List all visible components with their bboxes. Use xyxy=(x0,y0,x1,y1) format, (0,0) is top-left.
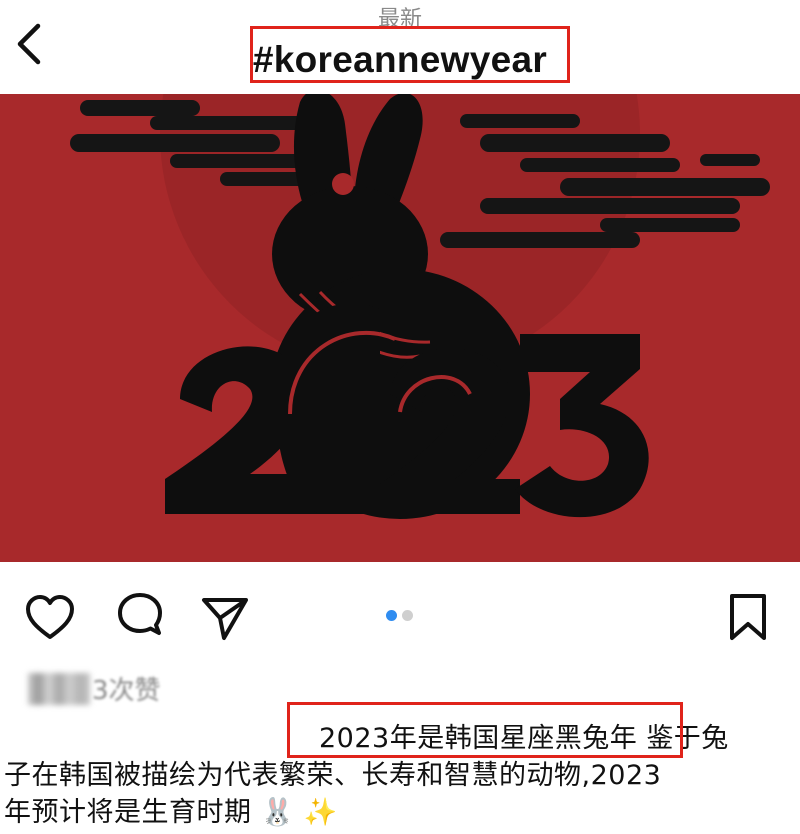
caption-line-1: 2023年是韩国星座黑兔年 鉴于兔 xyxy=(4,720,794,757)
page-title: #koreannewyear xyxy=(252,39,548,80)
carousel-indicator xyxy=(386,606,418,621)
comment-button[interactable] xyxy=(112,590,168,646)
caption-line-2: 子在韩国被描绘为代表繁荣、长寿和智慧的动物,2023 xyxy=(4,760,662,791)
caption-line3-text: 年预计将是生育时期 xyxy=(4,797,252,828)
bookmark-icon xyxy=(730,594,766,640)
post-image[interactable] xyxy=(0,94,800,562)
caption-emoji: 🐰 ✨ xyxy=(260,797,338,828)
black-rabbit-2023-artwork xyxy=(0,94,800,562)
post-caption: 2023年是韩国星座黑兔年 鉴于兔 子在韩国被描绘为代表繁荣、长寿和智慧的动物,… xyxy=(4,720,794,831)
like-button[interactable] xyxy=(22,590,78,646)
save-button[interactable] xyxy=(720,590,776,646)
caption-line1-rest: 鉴于兔 xyxy=(646,723,729,754)
blurred-username xyxy=(28,672,90,705)
carousel-dot-2[interactable] xyxy=(402,610,413,621)
carousel-dot-1[interactable] xyxy=(386,610,397,621)
heart-icon xyxy=(26,595,74,639)
caption-highlight: 2023年是韩国星座黑兔年 xyxy=(319,723,638,754)
header-subtitle: 最新 xyxy=(377,7,422,32)
caption-line-3: 年预计将是生育时期 🐰 ✨ xyxy=(4,794,794,831)
comment-icon xyxy=(118,593,162,635)
likes-count[interactable]: 3次赞 xyxy=(28,670,161,706)
send-icon xyxy=(202,598,248,640)
header: 最新 #koreannewyear xyxy=(0,0,800,92)
post-actions xyxy=(0,570,800,660)
share-button[interactable] xyxy=(196,590,252,646)
likes-text: 3次赞 xyxy=(92,676,161,706)
